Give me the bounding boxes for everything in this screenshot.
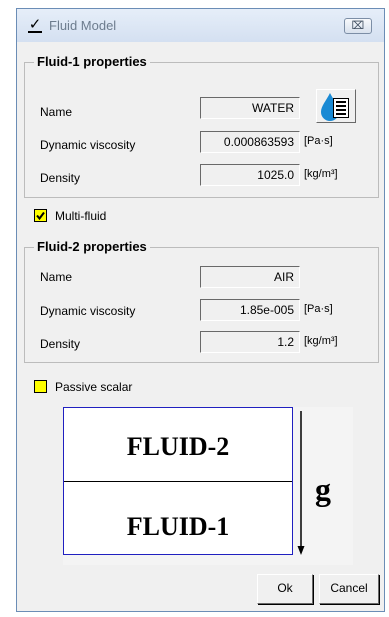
window-title: Fluid Model: [49, 18, 117, 33]
title-bar[interactable]: ✓ Fluid Model ⌧: [17, 9, 384, 42]
fluid2-density-field[interactable]: 1.2: [200, 331, 300, 353]
multi-fluid-label: Multi-fluid: [55, 209, 107, 223]
fluid2-density-unit: [kg/m³]: [304, 335, 338, 347]
fluid1-density-field[interactable]: 1025.0: [200, 164, 300, 186]
fluid-model-dialog: ✓ Fluid Model ⌧ Fluid-1 properties Name …: [16, 8, 385, 612]
cancel-button[interactable]: Cancel: [319, 574, 379, 604]
passive-scalar-checkbox-row[interactable]: Passive scalar: [34, 380, 194, 396]
multi-fluid-checkbox[interactable]: [34, 209, 47, 222]
multi-fluid-checkbox-row[interactable]: Multi-fluid: [34, 209, 174, 225]
fluid-layers-diagram: FLUID-2 FLUID-1 g: [63, 407, 353, 565]
ok-button[interactable]: Ok: [257, 574, 313, 604]
checkmark-icon: [36, 211, 45, 221]
fluid1-properties-group: Fluid-1 properties Name WATER Dynamic vi…: [24, 54, 379, 198]
fluid2-name-field[interactable]: AIR: [200, 266, 300, 288]
fluid2-viscosity-field[interactable]: 1.85e-005: [200, 299, 300, 321]
fluid1-viscosity-unit: [Pa·s]: [304, 135, 333, 147]
close-icon: ⌧: [351, 20, 365, 32]
passive-scalar-label: Passive scalar: [55, 380, 133, 394]
fluid1-layer-label: FLUID-1: [126, 512, 230, 541]
fluid-library-icon: [321, 93, 349, 121]
fluid1-viscosity-label: Dynamic viscosity: [40, 138, 136, 152]
fluid-layers-box: FLUID-2 FLUID-1: [63, 407, 293, 555]
fluid1-viscosity-field[interactable]: 0.000863593: [200, 131, 300, 153]
gravity-label: g: [315, 471, 331, 507]
gravity-arrow-icon: [297, 411, 305, 555]
fluid-library-button[interactable]: [316, 89, 356, 123]
fluid2-group-title: Fluid-2 properties: [34, 239, 150, 255]
passive-scalar-checkbox[interactable]: [34, 380, 47, 393]
fluid2-viscosity-unit: [Pa·s]: [304, 303, 333, 315]
fluid2-viscosity-label: Dynamic viscosity: [40, 304, 136, 318]
fluid2-density-label: Density: [40, 337, 81, 351]
fluid2-layer-label: FLUID-2: [126, 432, 230, 461]
close-button[interactable]: ⌧: [344, 18, 372, 34]
fluid1-density-unit: [kg/m³]: [304, 168, 338, 180]
interface-line: [64, 481, 292, 482]
fluid1-name-field[interactable]: WATER: [200, 97, 300, 119]
fluid1-group-title: Fluid-1 properties: [34, 54, 150, 70]
checkmark-app-icon: ✓: [28, 16, 42, 33]
fluid1-name-label: Name: [40, 105, 73, 119]
fluid1-density-label: Density: [40, 171, 81, 185]
fluid2-name-label: Name: [40, 270, 73, 284]
fluid2-properties-group: Fluid-2 properties Name AIR Dynamic visc…: [24, 239, 379, 363]
